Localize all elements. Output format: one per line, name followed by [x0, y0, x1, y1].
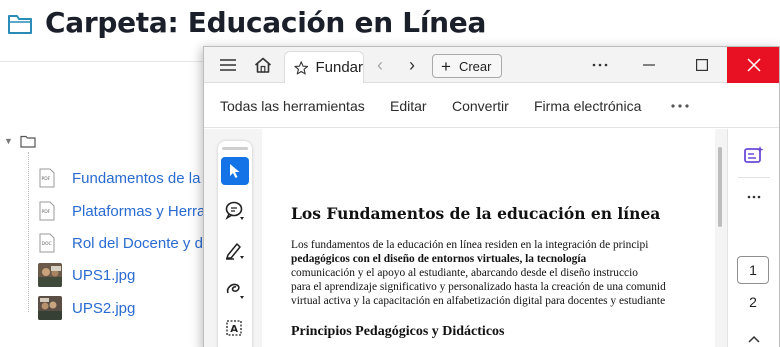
comment-icon [225, 201, 244, 220]
file-row[interactable]: PDF Fundamentos de la [38, 165, 200, 191]
paragraph-line: Los fundamentos de la educación en línea… [291, 239, 649, 251]
next-page-number[interactable]: 2 [737, 294, 769, 310]
pen-icon [226, 243, 244, 260]
svg-text:PDF: PDF [42, 209, 51, 215]
chevron-right-icon: › [409, 54, 415, 75]
text-box-tool-button[interactable]: A [221, 315, 249, 343]
drag-handle[interactable] [222, 147, 248, 150]
right-side-panel: 1 2 [727, 129, 779, 347]
comment-tool-button[interactable] [221, 197, 249, 225]
paragraph-line: comunicación y el apoyo al estudiante, a… [291, 267, 638, 279]
close-window-button[interactable] [727, 47, 779, 83]
more-options-button[interactable] [588, 47, 612, 83]
paragraph-line: pedagógicos con el diseño de entornos vi… [291, 253, 587, 265]
file-row[interactable]: PDF Plataformas y Herra [38, 198, 205, 224]
folder-icon [8, 15, 32, 34]
file-row[interactable]: UPS2.jpg [38, 295, 135, 321]
tree-guide-line [28, 152, 29, 312]
more-horizontal-icon [671, 104, 689, 108]
more-horizontal-icon [592, 63, 608, 67]
paragraph-line: virtual activa y la capacitación en alfa… [291, 295, 666, 307]
tree-root-folder[interactable]: ▼ [4, 133, 36, 149]
file-row[interactable]: UPS1.jpg [38, 262, 135, 288]
quick-tools-rail: A [218, 141, 252, 347]
document-file-icon: DOC [39, 233, 55, 253]
document-title: Los Fundamentos de la educación en línea [291, 204, 661, 223]
image-thumbnail [38, 296, 62, 320]
document-page: Los Fundamentos de la educación en línea… [262, 129, 715, 347]
create-button-label: Crear [458, 58, 492, 74]
file-name[interactable]: UPS1.jpg [72, 267, 135, 284]
maximize-icon [696, 59, 708, 71]
svg-text:PDF: PDF [42, 176, 51, 182]
page-up-button[interactable] [744, 329, 764, 347]
ai-assistant-icon [744, 146, 764, 163]
create-button[interactable]: + Crear [432, 54, 502, 78]
text-box-icon: A [226, 320, 242, 336]
svg-text:A: A [230, 324, 238, 335]
divider [738, 177, 770, 178]
menu-e-sign[interactable]: Firma electrónica [534, 98, 641, 114]
pdf-file-icon: PDF [39, 168, 55, 188]
star-icon[interactable] [294, 60, 309, 76]
image-thumbnail [38, 263, 62, 287]
svg-text:DOC: DOC [42, 241, 52, 247]
select-tool-button[interactable] [221, 157, 249, 185]
tab-scroll-right-button[interactable]: › [401, 47, 423, 83]
plus-icon: + [441, 56, 451, 76]
tab-document[interactable]: Fundar [284, 51, 364, 83]
menu-bar: Todas las herramientas Editar Convertir … [204, 84, 779, 128]
file-name[interactable]: Fundamentos de la [72, 170, 200, 187]
panel-more-button[interactable] [744, 185, 764, 209]
minimize-icon [643, 64, 655, 66]
scrollbar-thumb[interactable] [718, 147, 722, 227]
menu-all-tools[interactable]: Todas las herramientas [220, 98, 365, 114]
freehand-draw-icon [226, 283, 244, 299]
hamburger-icon [220, 59, 236, 71]
ai-assistant-button[interactable] [742, 137, 766, 173]
paragraph-line: para el aprendizaje significativo y pers… [291, 281, 666, 293]
home-icon [254, 57, 272, 73]
vertical-scrollbar[interactable] [715, 129, 727, 347]
page-title: Carpeta: Educación en Línea [45, 6, 487, 39]
file-name[interactable]: Rol del Docente y d [72, 235, 203, 252]
menu-convert[interactable]: Convertir [452, 98, 509, 114]
menu-more-button[interactable] [670, 88, 690, 124]
file-row[interactable]: DOC Rol del Docente y d [38, 230, 203, 256]
hamburger-menu-button[interactable] [216, 47, 240, 83]
section-heading: Principios Pedagógicos y Didácticos [291, 324, 505, 339]
folder-icon [20, 135, 36, 148]
tab-label: Fundar [315, 59, 363, 76]
more-horizontal-icon [747, 195, 761, 199]
draw-tool-button[interactable] [221, 276, 249, 304]
chevron-left-icon: ‹ [377, 54, 383, 75]
pdf-file-icon: PDF [39, 201, 55, 221]
highlight-tool-button[interactable] [221, 236, 249, 264]
document-area: A Los Fundamentos de la educación en lín… [204, 129, 779, 347]
title-bar: Fundar ‹ › + Crear [204, 47, 779, 83]
file-name[interactable]: UPS2.jpg [72, 300, 135, 317]
current-page-button[interactable]: 1 [737, 256, 769, 284]
maximize-button[interactable] [687, 47, 717, 83]
tab-scroll-left-button[interactable]: ‹ [369, 47, 391, 83]
minimize-button[interactable] [634, 47, 664, 83]
pdf-viewer-window: Fundar ‹ › + Crear Todas las herramienta… [203, 46, 780, 347]
chevron-up-icon [748, 335, 760, 343]
pointer-icon [230, 164, 240, 178]
menu-edit[interactable]: Editar [390, 98, 427, 114]
file-name[interactable]: Plataformas y Herra [72, 203, 205, 220]
close-icon [747, 58, 761, 72]
collapse-caret-icon[interactable]: ▼ [4, 136, 18, 146]
home-button[interactable] [251, 47, 275, 83]
